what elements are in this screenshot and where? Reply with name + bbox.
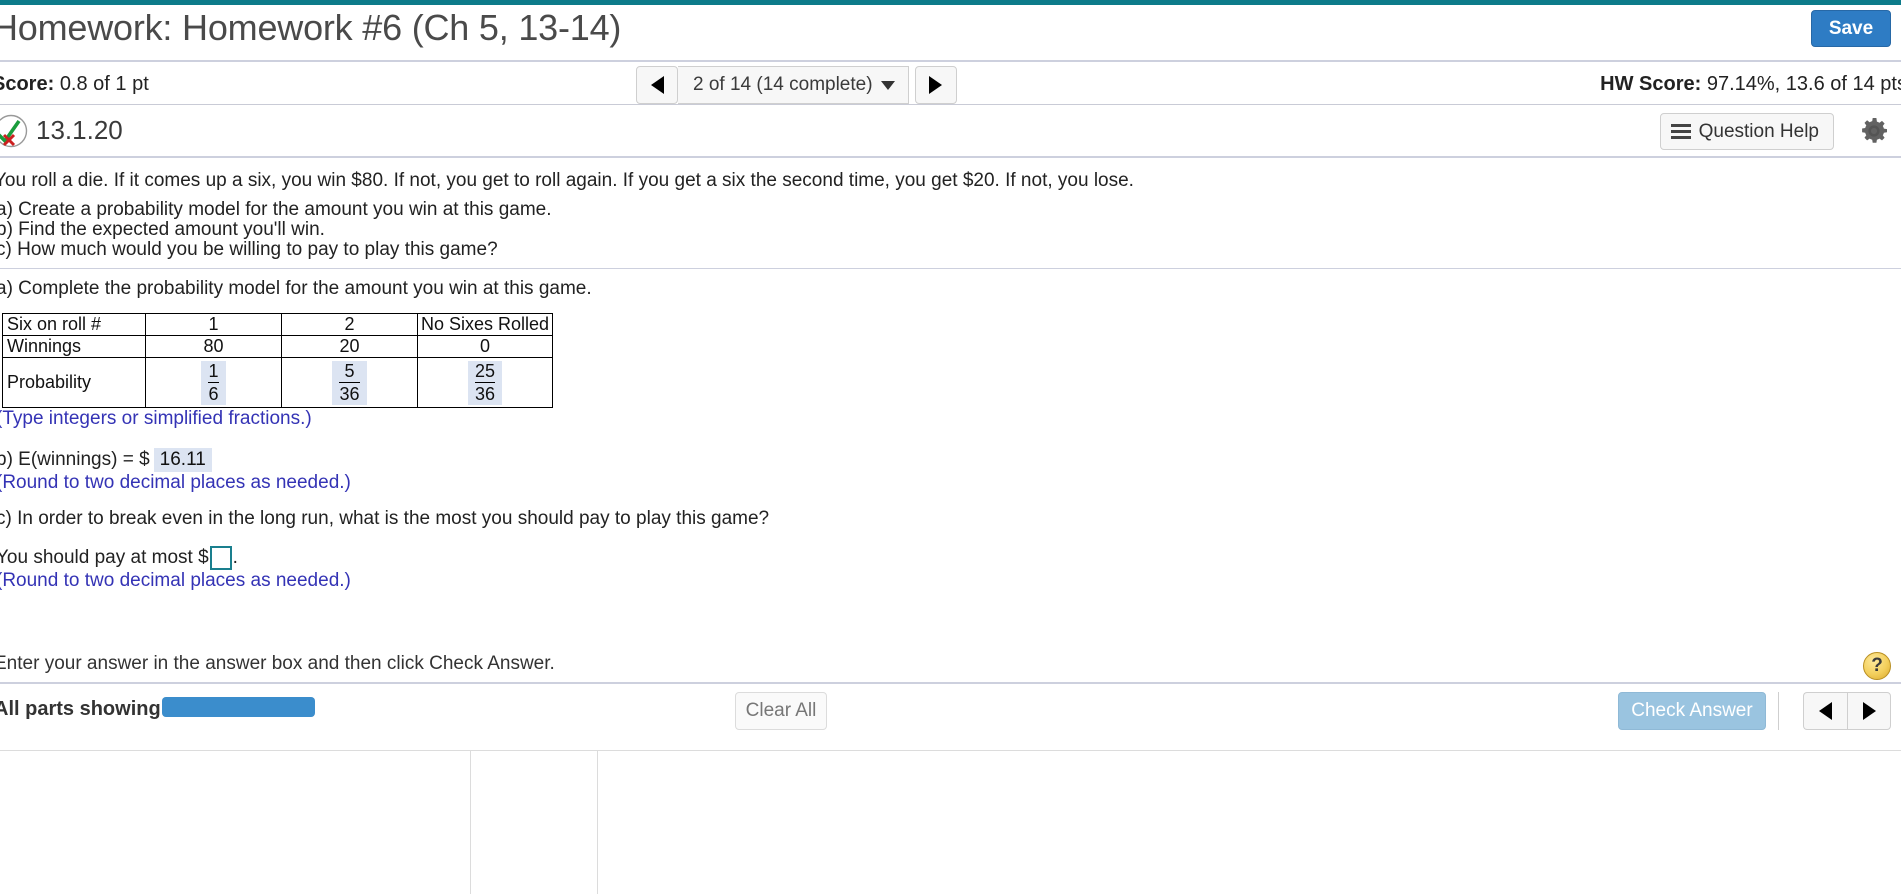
triangle-right-icon bbox=[929, 76, 943, 94]
part-c-prefix: You should pay at most $ bbox=[0, 547, 209, 568]
homework-page: Homework: Homework #6 (Ch 5, 13-14) Save… bbox=[0, 0, 1901, 894]
gear-icon[interactable] bbox=[1857, 114, 1891, 148]
probability-col-3[interactable]: 25 36 bbox=[417, 357, 553, 408]
check-answer-button[interactable]: Check Answer bbox=[1618, 692, 1766, 730]
question-navigator: 2 of 14 (14 complete) bbox=[636, 66, 957, 104]
probability-col-2[interactable]: 5 36 bbox=[281, 357, 418, 408]
check-x-partial-credit-icon bbox=[0, 114, 28, 148]
subpart-c: c) How much would you be willing to pay … bbox=[0, 239, 498, 260]
header-col-2: 2 bbox=[281, 313, 418, 336]
parts-progress-bar bbox=[162, 697, 315, 717]
page-bottom-area bbox=[0, 750, 1901, 894]
hint-part-b: (Round to two decimal places as needed.) bbox=[0, 472, 351, 493]
part-b-row: b) E(winnings) = $ 16.11 bbox=[0, 448, 212, 472]
title-bar: Homework: Homework #6 (Ch 5, 13-14) Save bbox=[0, 5, 1901, 62]
section-divider bbox=[0, 268, 1901, 269]
subpart-a: a) Create a probability model for the am… bbox=[0, 199, 552, 220]
hw-score-prefix: HW Score: bbox=[1600, 73, 1702, 95]
fraction-2-bar bbox=[339, 381, 360, 383]
fraction-3-numerator: 25 bbox=[474, 360, 496, 381]
question-score: Score: 0.8 of 1 pt bbox=[0, 73, 149, 96]
header-col-1: 1 bbox=[145, 313, 282, 336]
question-id: 13.1.20 bbox=[36, 115, 123, 145]
prev-question-button[interactable] bbox=[636, 66, 678, 104]
footer-next-button[interactable] bbox=[1847, 692, 1891, 730]
hint-part-a: (Type integers or simplified fractions.) bbox=[0, 408, 312, 429]
winnings-col-2: 20 bbox=[281, 335, 418, 358]
row-label-roll: Six on roll # bbox=[2, 313, 146, 336]
fraction-2-numerator: 5 bbox=[344, 360, 355, 381]
fraction-3-bar bbox=[474, 381, 496, 383]
table-row-header: Six on roll # 1 2 No Sixes Rolled bbox=[2, 313, 553, 336]
triangle-left-icon bbox=[650, 76, 664, 94]
footer-navigation bbox=[1803, 692, 1891, 730]
save-button[interactable]: Save bbox=[1811, 10, 1891, 47]
fraction-3-denominator: 36 bbox=[474, 383, 496, 404]
part-c-question: c) In order to break even in the long ru… bbox=[0, 508, 770, 529]
winnings-col-3: 0 bbox=[417, 335, 553, 358]
fraction-1-numerator: 1 bbox=[208, 360, 219, 381]
winnings-col-1: 80 bbox=[145, 335, 282, 358]
table-row-winnings: Winnings 80 20 0 bbox=[2, 335, 553, 358]
fraction-3: 25 36 bbox=[467, 360, 503, 405]
hw-score-value: 97.14%, 13.6 of 14 pts bbox=[1706, 73, 1901, 95]
triangle-right-icon bbox=[1862, 702, 1876, 720]
footer-toolbar: All parts showing Clear All Check Answer bbox=[0, 684, 1901, 750]
part-c-suffix: . bbox=[232, 547, 238, 568]
help-bubble-icon[interactable]: ? bbox=[1863, 652, 1891, 680]
page-edge-tick bbox=[597, 751, 598, 894]
footer-separator bbox=[1778, 692, 1779, 730]
clear-all-button[interactable]: Clear All bbox=[735, 692, 827, 730]
row-label-probability: Probability bbox=[2, 357, 146, 408]
hint-part-c: (Round to two decimal places as needed.) bbox=[0, 570, 351, 591]
part-c-answer-input[interactable] bbox=[209, 546, 232, 570]
footer-prev-button[interactable] bbox=[1803, 692, 1847, 730]
part-a-instruction: a) Complete the probability model for th… bbox=[0, 278, 592, 299]
answer-instruction: Enter your answer in the answer box and … bbox=[0, 653, 555, 674]
question-score-prefix: Score: bbox=[0, 73, 55, 95]
parts-progress-fill bbox=[162, 697, 315, 717]
question-prompt: You roll a die. If it comes up a six, yo… bbox=[0, 170, 1134, 191]
parts-showing-label: All parts showing bbox=[0, 698, 161, 720]
table-row-probability: Probability 1 6 5 36 25 36 bbox=[2, 357, 553, 408]
question-help-button[interactable]: Question Help bbox=[1659, 113, 1834, 150]
part-c-answer-row: You should pay at most $ . bbox=[0, 546, 238, 570]
page-title: Homework: Homework #6 (Ch 5, 13-14) bbox=[0, 7, 622, 48]
fraction-1-bar bbox=[208, 381, 219, 383]
score-bar: Score: 0.8 of 1 pt 2 of 14 (14 complete)… bbox=[0, 64, 1901, 105]
chevron-down-icon bbox=[880, 80, 895, 90]
fraction-1: 1 6 bbox=[201, 360, 226, 405]
row-label-winnings: Winnings bbox=[2, 335, 146, 358]
part-b-label: b) E(winnings) = $ bbox=[0, 449, 150, 470]
list-icon bbox=[1670, 123, 1691, 140]
probability-model-table: Six on roll # 1 2 No Sixes Rolled Winnin… bbox=[2, 313, 553, 408]
next-question-button[interactable] bbox=[914, 66, 957, 104]
page-edge-tick bbox=[470, 751, 471, 894]
question-subparts: a) Create a probability model for the am… bbox=[0, 200, 552, 260]
probability-col-1[interactable]: 1 6 bbox=[145, 357, 282, 408]
question-counter-dropdown[interactable]: 2 of 14 (14 complete) bbox=[678, 66, 909, 104]
fraction-2: 5 36 bbox=[332, 360, 367, 405]
question-id-bar: 13.1.20 Question Help bbox=[0, 106, 1901, 158]
fraction-1-denominator: 6 bbox=[208, 383, 219, 404]
hw-score: HW Score: 97.14%, 13.6 of 14 pts bbox=[1600, 73, 1901, 96]
header-col-3: No Sixes Rolled bbox=[417, 313, 553, 336]
subpart-b: b) Find the expected amount you'll win. bbox=[0, 219, 325, 240]
part-b-answer[interactable]: 16.11 bbox=[153, 448, 212, 472]
triangle-left-icon bbox=[1819, 702, 1832, 720]
question-help-label: Question Help bbox=[1698, 120, 1819, 142]
question-counter-label: 2 of 14 (14 complete) bbox=[693, 74, 873, 95]
fraction-2-denominator: 36 bbox=[339, 383, 360, 404]
question-score-value: 0.8 of 1 pt bbox=[59, 73, 149, 95]
